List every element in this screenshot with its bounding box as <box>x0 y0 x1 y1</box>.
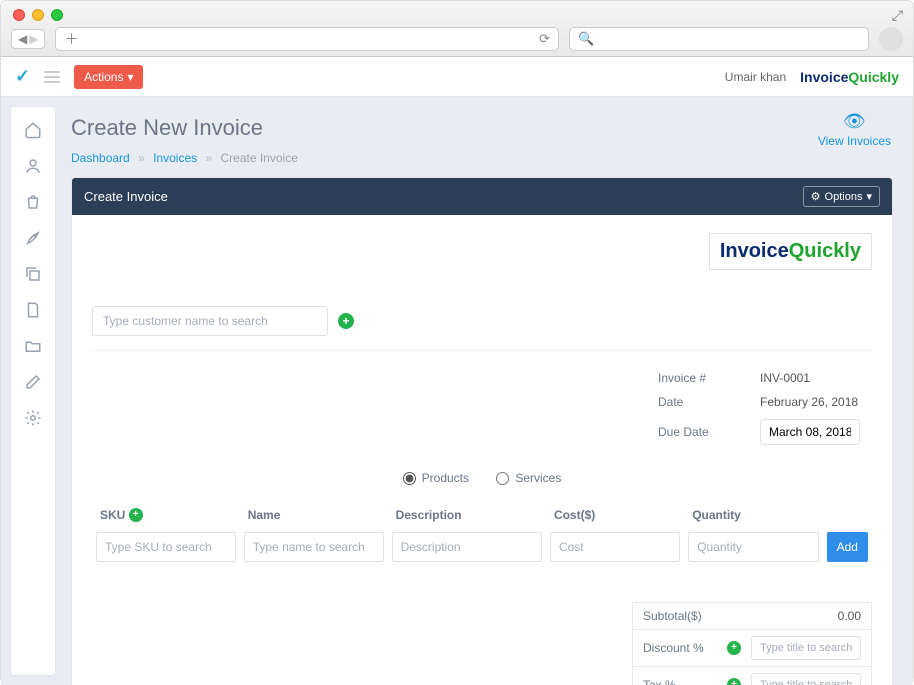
username-label[interactable]: Umair khan <box>725 70 786 84</box>
eye-icon: 👁 <box>818 111 891 132</box>
rocket-icon[interactable] <box>24 229 42 247</box>
window-controls <box>13 9 63 21</box>
description-header: Description <box>388 502 546 533</box>
address-bar[interactable]: ＋⟳ <box>55 27 559 51</box>
name-header: Name <box>240 502 388 533</box>
panel-title: Create Invoice <box>84 189 168 204</box>
breadcrumb-invoices[interactable]: Invoices <box>153 151 197 165</box>
edit-icon[interactable] <box>24 373 42 391</box>
subtotal-value: 0.00 <box>838 609 861 623</box>
app-topbar: ✓ Actions ▾ Umair khan InvoiceQuickly <box>1 57 913 97</box>
invoice-number-value: INV-0001 <box>750 367 870 389</box>
quantity-header: Quantity <box>684 502 822 533</box>
home-icon[interactable] <box>24 121 42 139</box>
close-window[interactable] <box>13 9 25 21</box>
app-logo-mark: ✓ <box>15 66 30 87</box>
tax-input[interactable] <box>751 673 861 685</box>
discount-input[interactable] <box>751 636 861 660</box>
name-input[interactable] <box>244 532 384 562</box>
customer-search-input[interactable] <box>92 306 328 336</box>
gear-icon[interactable] <box>24 409 42 427</box>
menu-icon[interactable] <box>44 71 60 83</box>
sidebar <box>11 107 55 675</box>
description-input[interactable] <box>392 532 542 562</box>
cost-header: Cost($) <box>546 502 684 533</box>
item-row: Add <box>92 532 872 562</box>
invoice-number-label: Invoice # <box>648 367 748 389</box>
add-item-button[interactable]: Add <box>827 532 868 562</box>
cog-icon: ⚙ <box>811 190 821 203</box>
copy-icon[interactable] <box>24 265 42 283</box>
actions-label: Actions <box>84 70 123 84</box>
date-label: Date <box>648 391 748 413</box>
options-button[interactable]: ⚙ Options ▾ <box>803 186 880 207</box>
due-date-label: Due Date <box>648 415 748 449</box>
items-table: SKU + Name Description Cost($) Quantity <box>92 502 872 563</box>
date-value: February 26, 2018 <box>750 391 870 413</box>
view-invoices-link[interactable]: 👁 View Invoices <box>818 111 891 148</box>
add-discount-button[interactable]: + <box>727 641 741 655</box>
breadcrumb-current: Create Invoice <box>221 151 298 165</box>
file-icon[interactable] <box>24 301 42 319</box>
quantity-input[interactable] <box>688 532 818 562</box>
actions-button[interactable]: Actions ▾ <box>74 65 143 89</box>
page-title: Create New Invoice <box>71 115 893 141</box>
add-sku-button[interactable]: + <box>129 508 143 522</box>
options-label: Options <box>825 191 863 203</box>
browser-chrome: ⤢ ◀▶ ＋⟳ 🔍 <box>1 1 913 57</box>
products-radio[interactable]: Products <box>403 471 469 485</box>
sku-input[interactable] <box>96 532 236 562</box>
services-radio[interactable]: Services <box>496 471 561 485</box>
due-date-input[interactable] <box>760 419 860 445</box>
company-logo: InvoiceQuickly <box>709 233 872 270</box>
add-customer-button[interactable]: + <box>338 313 354 329</box>
nav-back-forward[interactable]: ◀▶ <box>11 29 45 49</box>
folder-icon[interactable] <box>24 337 42 355</box>
browser-menu[interactable] <box>879 27 903 51</box>
expand-icon[interactable]: ⤢ <box>892 7 903 24</box>
chevron-down-icon: ▾ <box>127 70 133 84</box>
subtotal-label: Subtotal($) <box>643 609 828 623</box>
discount-label: Discount % <box>643 641 717 655</box>
view-invoices-label: View Invoices <box>818 134 891 148</box>
user-icon[interactable] <box>24 157 42 175</box>
maximize-window[interactable] <box>51 9 63 21</box>
chevron-down-icon: ▾ <box>866 190 872 203</box>
browser-search[interactable]: 🔍 <box>569 27 869 51</box>
sku-header: SKU <box>100 508 125 522</box>
minimize-window[interactable] <box>32 9 44 21</box>
totals-box: Subtotal($) 0.00 Discount % + Tax % + <box>632 602 872 685</box>
breadcrumb: Dashboard » Invoices » Create Invoice <box>71 151 893 165</box>
create-invoice-panel: Create Invoice ⚙ Options ▾ InvoiceQuickl… <box>71 177 893 685</box>
brand-small: InvoiceQuickly <box>800 69 899 85</box>
bag-icon[interactable] <box>24 193 42 211</box>
breadcrumb-dashboard[interactable]: Dashboard <box>71 151 130 165</box>
cost-input[interactable] <box>550 532 680 562</box>
